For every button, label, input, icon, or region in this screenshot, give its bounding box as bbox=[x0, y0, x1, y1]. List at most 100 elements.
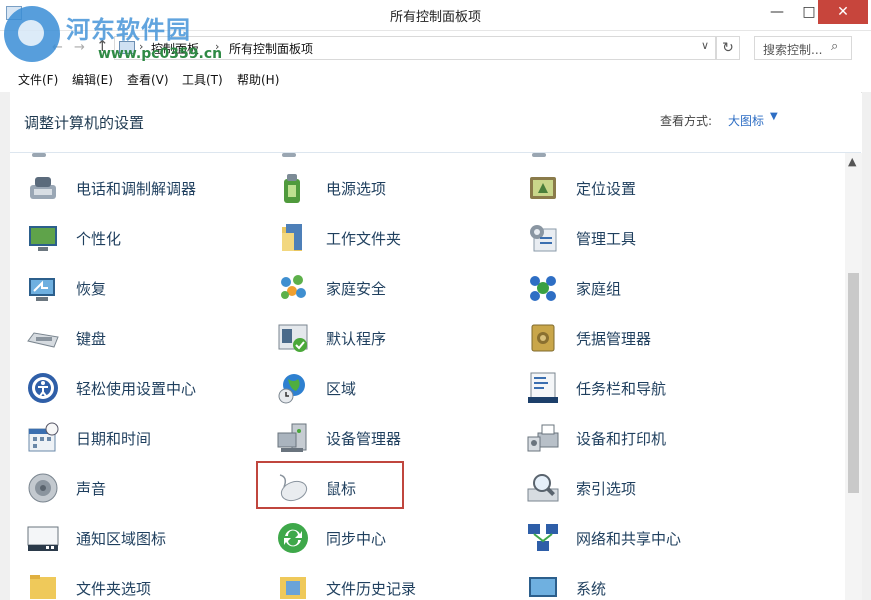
item-label: 定位设置 bbox=[576, 180, 637, 198]
partial-item-icon bbox=[532, 153, 546, 157]
item-taskbar-navigation[interactable]: 任务栏和导航 bbox=[526, 367, 766, 409]
item-label: 键盘 bbox=[76, 330, 107, 348]
item-label: 个性化 bbox=[76, 230, 122, 248]
watermark: 河东软件园 www.pc0359.cn bbox=[4, 4, 234, 64]
system-icon bbox=[529, 577, 557, 597]
item-label: 同步中心 bbox=[326, 530, 387, 548]
item-label: 家庭组 bbox=[576, 280, 622, 298]
item-label: 文件夹选项 bbox=[76, 580, 152, 598]
item-default-programs[interactable]: 默认程序 bbox=[276, 317, 516, 359]
item-label: 电话和调制解调器 bbox=[76, 180, 197, 198]
notification-area-icon bbox=[27, 526, 59, 551]
item-device-manager[interactable]: 设备管理器 bbox=[276, 417, 516, 459]
credential-manager-icon bbox=[531, 324, 555, 352]
partial-item-icon bbox=[32, 153, 46, 157]
item-sound[interactable]: 声音 bbox=[26, 467, 266, 509]
taskbar-navigation-icon bbox=[528, 372, 558, 403]
item-credential-manager[interactable]: 凭据管理器 bbox=[526, 317, 766, 359]
item-label: 区域 bbox=[326, 380, 357, 398]
sound-icon bbox=[28, 473, 58, 503]
default-programs-icon bbox=[278, 324, 308, 352]
view-by-dropdown[interactable]: 大图标 bbox=[728, 112, 764, 129]
menu-help[interactable]: 帮助(H) bbox=[237, 71, 279, 88]
item-label: 工作文件夹 bbox=[326, 230, 402, 248]
item-label: 默认程序 bbox=[326, 330, 387, 348]
file-history-icon bbox=[280, 577, 306, 599]
item-label: 设备管理器 bbox=[326, 430, 402, 448]
devices-printers-icon bbox=[527, 424, 559, 452]
watermark-text: 河东软件园 bbox=[66, 16, 191, 44]
caret-down-icon[interactable]: ▼ bbox=[770, 111, 778, 122]
search-icon[interactable]: ⌕ bbox=[831, 39, 838, 54]
item-phone-modem[interactable]: 电话和调制解调器 bbox=[26, 167, 266, 209]
menu-edit[interactable]: 编辑(E) bbox=[72, 71, 113, 88]
item-system[interactable]: 系统 bbox=[526, 567, 766, 600]
address-dropdown-icon[interactable]: ∨ bbox=[701, 39, 709, 52]
minimize-button[interactable]: — bbox=[760, 0, 794, 24]
window-frame-right bbox=[862, 92, 871, 600]
search-placeholder: 搜索控制... bbox=[763, 43, 823, 57]
partial-item-icon bbox=[282, 153, 296, 157]
item-label: 索引选项 bbox=[576, 480, 637, 498]
item-file-history[interactable]: 文件历史记录 bbox=[276, 567, 516, 600]
item-label: 系统 bbox=[576, 580, 607, 598]
ease-of-access-icon bbox=[28, 373, 58, 403]
item-label: 凭据管理器 bbox=[576, 330, 652, 348]
scrollbar-thumb[interactable] bbox=[848, 273, 859, 493]
item-label: 日期和时间 bbox=[76, 430, 152, 448]
vertical-scrollbar[interactable]: ▲ bbox=[845, 153, 862, 600]
family-safety-icon bbox=[281, 275, 306, 299]
sync-center-icon bbox=[278, 523, 308, 553]
item-notification-area[interactable]: 通知区域图标 bbox=[26, 517, 266, 559]
item-ease-of-access[interactable]: 轻松使用设置中心 bbox=[26, 367, 266, 409]
items-grid: 电话和调制解调器 电源选项 定位设置 个性化 工作文件夹 管理工具 恢复 家庭安… bbox=[10, 153, 845, 600]
item-label: 任务栏和导航 bbox=[576, 380, 667, 398]
item-sync-center[interactable]: 同步中心 bbox=[276, 517, 516, 559]
breadcrumb-all-items[interactable]: 所有控制面板项 bbox=[229, 40, 313, 57]
menu-tools[interactable]: 工具(T) bbox=[182, 71, 223, 88]
search-input[interactable]: 搜索控制... ⌕ bbox=[754, 36, 852, 60]
item-work-folders[interactable]: 工作文件夹 bbox=[276, 217, 516, 259]
item-region[interactable]: 区域 bbox=[276, 367, 516, 409]
view-by-label: 查看方式: bbox=[660, 114, 713, 128]
region-icon bbox=[278, 374, 305, 404]
power-options-icon bbox=[284, 174, 300, 203]
indexing-options-icon bbox=[527, 474, 559, 502]
item-folder-options[interactable]: 文件夹选项 bbox=[26, 567, 266, 600]
item-label: 设备和打印机 bbox=[576, 430, 667, 448]
item-admin-tools[interactable]: 管理工具 bbox=[526, 217, 766, 259]
homegroup-icon bbox=[530, 276, 556, 301]
device-manager-icon bbox=[277, 423, 307, 452]
control-panel-window: 所有控制面板项 — □ ✕ ← → ↑ › 控制面板 › 所有控制面板项 ∨ ↻… bbox=[0, 0, 871, 600]
watermark-logo-icon bbox=[4, 6, 60, 62]
mouse-highlight-box bbox=[256, 461, 404, 509]
item-label: 文件历史记录 bbox=[326, 580, 417, 598]
item-recovery[interactable]: 恢复 bbox=[26, 267, 266, 309]
keyboard-icon bbox=[27, 332, 59, 348]
item-family-safety[interactable]: 家庭安全 bbox=[276, 267, 516, 309]
item-label: 电源选项 bbox=[326, 180, 387, 198]
item-network-sharing[interactable]: 网络和共享中心 bbox=[526, 517, 766, 559]
item-homegroup[interactable]: 家庭组 bbox=[526, 267, 766, 309]
menu-file[interactable]: 文件(F) bbox=[18, 71, 58, 88]
item-power-options[interactable]: 电源选项 bbox=[276, 167, 516, 209]
item-date-time[interactable]: 日期和时间 bbox=[26, 417, 266, 459]
phone-modem-icon bbox=[30, 177, 56, 199]
item-label: 恢复 bbox=[76, 280, 107, 298]
item-personalization[interactable]: 个性化 bbox=[26, 217, 266, 259]
close-button[interactable]: ✕ bbox=[818, 0, 868, 24]
item-label: 轻松使用设置中心 bbox=[76, 380, 197, 398]
refresh-button[interactable]: ↻ bbox=[716, 36, 740, 60]
item-keyboard[interactable]: 键盘 bbox=[26, 317, 266, 359]
network-sharing-icon bbox=[528, 524, 558, 551]
page-title: 调整计算机的设置 bbox=[24, 114, 145, 132]
date-time-icon bbox=[28, 422, 59, 452]
item-devices-printers[interactable]: 设备和打印机 bbox=[526, 417, 766, 459]
item-indexing-options[interactable]: 索引选项 bbox=[526, 467, 766, 509]
watermark-url: www.pc0359.cn bbox=[98, 46, 223, 62]
menu-view[interactable]: 查看(V) bbox=[127, 71, 169, 88]
item-label: 声音 bbox=[76, 480, 107, 498]
scroll-up-icon[interactable]: ▲ bbox=[848, 155, 856, 168]
item-location-settings[interactable]: 定位设置 bbox=[526, 167, 766, 209]
item-label: 网络和共享中心 bbox=[576, 530, 682, 548]
